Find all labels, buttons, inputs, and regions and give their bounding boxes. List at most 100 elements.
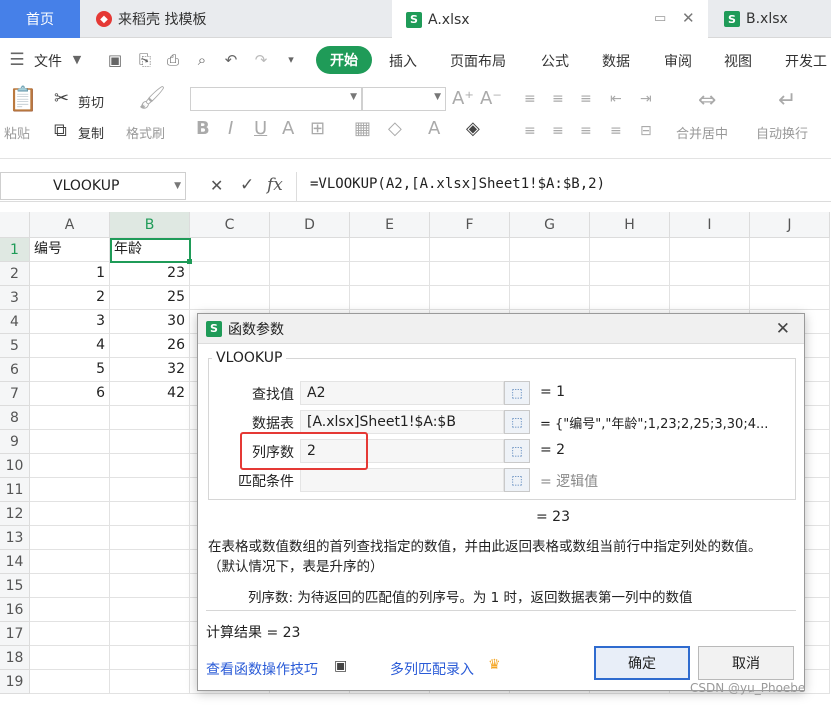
quick-access-dropdown-icon[interactable]: ▾ [282,51,300,69]
column-header[interactable]: J [750,212,830,238]
merge-center-icon[interactable]: ⇔ [698,90,716,112]
cell[interactable]: 32 [110,358,190,382]
multi-match-link[interactable]: 多列匹配录入 [390,659,474,679]
font-color-icon[interactable]: A [428,119,440,139]
cell[interactable]: 3 [30,310,110,334]
cell[interactable] [670,286,750,310]
cell[interactable] [30,454,110,478]
column-header[interactable]: D [270,212,350,238]
row-header[interactable]: 16 [0,598,30,622]
strikethrough-icon[interactable]: A [282,119,294,139]
cell[interactable]: 年龄 [110,238,190,262]
cancel-formula-icon[interactable]: ✕ [210,176,223,195]
float-window-icon[interactable]: ▭ [654,11,666,26]
column-header[interactable]: A [30,212,110,238]
cell[interactable]: 2 [30,286,110,310]
row-header[interactable]: 9 [0,430,30,454]
row-header[interactable]: 12 [0,502,30,526]
chevron-down-icon[interactable]: ▼ [68,51,86,69]
param-input-range-lookup[interactable] [300,468,504,492]
column-header[interactable]: E [350,212,430,238]
align-bottom-icon[interactable]: ≡ [580,89,592,109]
row-header[interactable]: 7 [0,382,30,406]
font-size-select[interactable]: ▼ [362,87,446,111]
cell[interactable] [110,454,190,478]
cell[interactable] [430,262,510,286]
cell[interactable] [510,286,590,310]
column-header[interactable]: C [190,212,270,238]
merge-center-button[interactable]: 合并居中 [676,123,728,142]
menu-page-layout[interactable]: 页面布局 [450,51,506,71]
param-input-lookup-value[interactable]: A2 [300,381,504,405]
cell[interactable] [110,550,190,574]
cell[interactable]: 23 [110,262,190,286]
column-header[interactable]: H [590,212,670,238]
range-select-icon[interactable]: ⬚ [504,439,530,463]
cell[interactable] [590,262,670,286]
cell[interactable] [350,238,430,262]
cell[interactable] [110,622,190,646]
tab-daoke[interactable]: ◆ 来稻壳 找模板 [82,0,392,38]
cell[interactable] [590,238,670,262]
tab-b-xlsx[interactable]: S B.xlsx [710,0,831,38]
row-header[interactable]: 18 [0,646,30,670]
cell[interactable] [110,430,190,454]
underline-icon[interactable]: U [254,119,267,139]
row-header[interactable]: 5 [0,334,30,358]
cell[interactable] [30,670,110,694]
select-all-corner[interactable] [0,212,30,238]
cell[interactable] [510,238,590,262]
row-header[interactable]: 10 [0,454,30,478]
row-header[interactable]: 14 [0,550,30,574]
font-name-select[interactable]: ▼ [190,87,362,111]
cell[interactable]: 5 [30,358,110,382]
indent-icon[interactable]: ⇥ [640,89,652,109]
cell[interactable] [30,646,110,670]
distribute-icon[interactable]: ⊟ [640,121,652,141]
close-tab-icon[interactable]: ✕ [682,9,695,27]
outdent-icon[interactable]: ⇤ [610,89,622,109]
cell[interactable] [30,550,110,574]
cell[interactable] [30,430,110,454]
cell[interactable] [190,238,270,262]
align-middle-icon[interactable]: ≡ [552,89,564,109]
cell[interactable] [670,262,750,286]
align-top-icon[interactable]: ≡ [524,89,536,109]
row-header[interactable]: 3 [0,286,30,310]
align-center-icon[interactable]: ≡ [552,121,564,141]
format-painter-button[interactable]: 格式刷 [126,123,165,142]
align-left-icon[interactable]: ≡ [524,121,536,141]
cell[interactable] [270,238,350,262]
cell[interactable] [270,262,350,286]
cell[interactable] [430,238,510,262]
cell[interactable] [30,526,110,550]
row-header[interactable]: 15 [0,574,30,598]
align-right-icon[interactable]: ≡ [580,121,592,141]
column-header[interactable]: B [110,212,190,238]
row-header[interactable]: 1 [0,238,30,262]
italic-icon[interactable]: I [228,119,233,139]
border-icon[interactable]: ⊞ [310,119,325,139]
close-icon[interactable]: ✕ [776,319,790,339]
param-input-col-index[interactable]: 2 [300,439,504,463]
cell[interactable] [110,406,190,430]
cell[interactable] [30,574,110,598]
cell[interactable] [110,670,190,694]
function-tips-link[interactable]: 查看函数操作技巧 [206,659,318,679]
decrease-font-icon[interactable]: A⁻ [480,89,502,109]
cut-button[interactable]: 剪切 [78,92,104,111]
cell[interactable]: 编号 [30,238,110,262]
cell[interactable] [350,286,430,310]
cell[interactable] [350,262,430,286]
cut-icon[interactable]: ✂ [54,89,69,109]
cell[interactable] [110,478,190,502]
auto-wrap-button[interactable]: 自动换行 [756,123,808,142]
print-icon[interactable]: ⎙ [164,51,182,69]
copy-button[interactable]: 复制 [78,123,104,142]
cell[interactable] [110,598,190,622]
chevron-down-icon[interactable]: ▼ [174,181,181,191]
cell[interactable] [670,238,750,262]
range-select-icon[interactable]: ⬚ [504,468,530,492]
fill-color-icon[interactable]: ◇ [388,119,402,139]
cell[interactable] [750,238,830,262]
